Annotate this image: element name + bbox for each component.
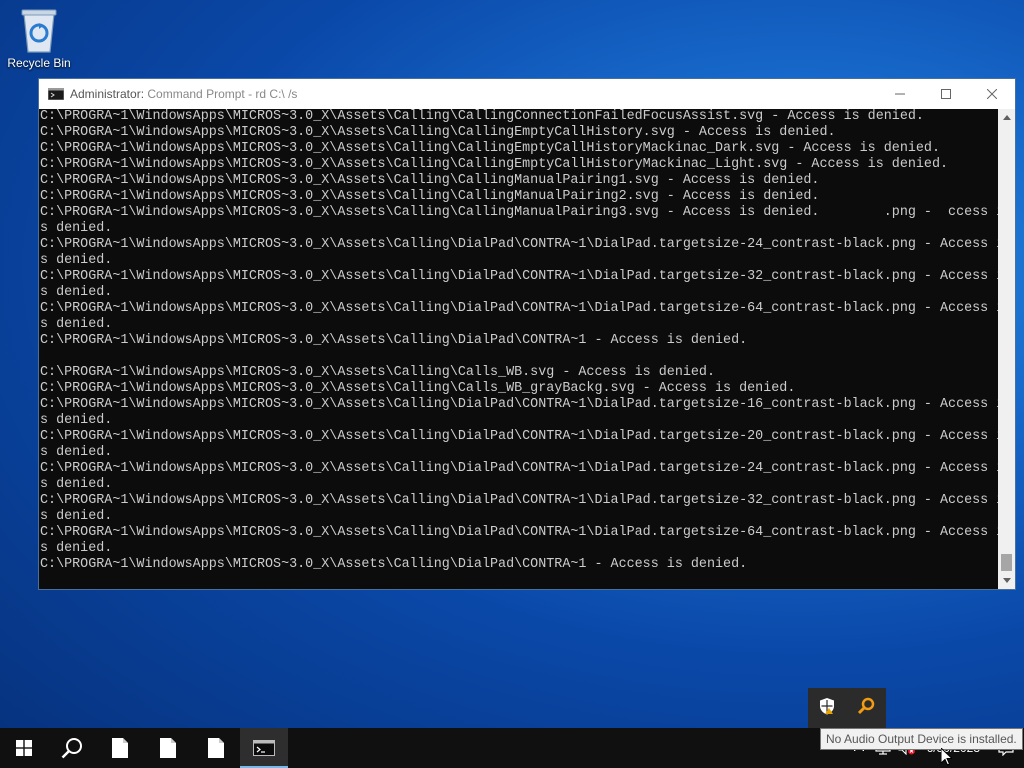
tray-overflow-popup xyxy=(808,688,886,728)
start-button[interactable] xyxy=(0,728,48,768)
console-line: C:\PROGRA~1\WindowsApps\MICROS~3.0_X\Ass… xyxy=(40,381,796,396)
defender-shield-icon xyxy=(820,697,834,714)
taskbar-document-2[interactable] xyxy=(144,728,192,768)
search-button[interactable] xyxy=(48,728,96,768)
console-line: C:\PROGRA~1\WindowsApps\MICROS~3.0_X\Ass… xyxy=(40,141,940,156)
console-line: s denied. xyxy=(40,285,113,300)
console-line: C:\PROGRA~1\WindowsApps\MICROS~3.0_X\Ass… xyxy=(40,157,949,172)
vertical-scrollbar[interactable] xyxy=(998,109,1015,589)
console-line: C:\PROGRA~1\WindowsApps\MICROS~3.0_X\Ass… xyxy=(40,557,748,572)
window-title: Administrator: Command Prompt - rd C:\ /… xyxy=(70,87,298,101)
recycle-bin-label: Recycle Bin xyxy=(7,56,71,70)
console-output[interactable]: C:\PROGRA~1\WindowsApps\MICROS~3.0_X\Ass… xyxy=(39,109,998,589)
command-prompt-window[interactable]: Administrator: Command Prompt - rd C:\ /… xyxy=(38,78,1016,590)
document-icon xyxy=(208,738,224,758)
audio-tooltip: No Audio Output Device is installed. xyxy=(820,728,1023,750)
scroll-down-button[interactable] xyxy=(998,572,1015,589)
cmd-app-icon xyxy=(48,88,64,100)
console-line: C:\PROGRA~1\WindowsApps\MICROS~3.0_X\Ass… xyxy=(40,237,998,252)
console-line: s denied. xyxy=(40,509,113,524)
console-line: C:\PROGRA~1\WindowsApps\MICROS~3.0_X\Ass… xyxy=(40,365,715,380)
console-line: s denied. xyxy=(40,445,113,460)
maximize-icon xyxy=(941,89,951,99)
mouse-cursor-icon xyxy=(941,748,952,766)
console-line: s denied. xyxy=(40,317,113,332)
window-titlebar[interactable]: Administrator: Command Prompt - rd C:\ /… xyxy=(39,79,1015,109)
minimize-button[interactable] xyxy=(877,79,923,109)
taskbar-document-3[interactable] xyxy=(192,728,240,768)
console-line: C:\PROGRA~1\WindowsApps\MICROS~3.0_X\Ass… xyxy=(40,125,836,140)
defender-tray-button[interactable] xyxy=(819,697,835,720)
recycle-bin-icon xyxy=(21,9,57,53)
console-line: s denied. xyxy=(40,413,113,428)
console-line: C:\PROGRA~1\WindowsApps\MICROS~3.0_X\Ass… xyxy=(40,205,998,220)
console-line: C:\PROGRA~1\WindowsApps\MICROS~3.0_X\Ass… xyxy=(40,493,998,508)
console-line: C:\PROGRA~1\WindowsApps\MICROS~3.0_X\Ass… xyxy=(40,189,820,204)
console-line: C:\PROGRA~1\WindowsApps\MICROS~3.0_X\Ass… xyxy=(40,269,998,284)
cmd-taskbar-icon xyxy=(253,740,275,756)
maximize-button[interactable] xyxy=(923,79,969,109)
document-icon xyxy=(112,738,128,758)
minimize-icon xyxy=(895,93,905,95)
close-icon xyxy=(987,89,997,99)
console-line: C:\PROGRA~1\WindowsApps\MICROS~3.0_X\Ass… xyxy=(40,397,998,412)
scroll-up-button[interactable] xyxy=(998,109,1015,126)
close-button[interactable] xyxy=(969,79,1015,109)
console-line: s denied. xyxy=(40,221,113,236)
scroll-down-arrow-icon xyxy=(1002,578,1011,583)
console-line: C:\PROGRA~1\WindowsApps\MICROS~3.0_X\Ass… xyxy=(40,333,748,348)
console-line: s denied. xyxy=(40,253,113,268)
recycle-bin-desktop-icon[interactable]: Recycle Bin xyxy=(4,6,74,70)
windows-start-icon xyxy=(16,740,32,756)
console-line: C:\PROGRA~1\WindowsApps\MICROS~3.0_X\Ass… xyxy=(40,173,820,188)
taskbar-document-1[interactable] xyxy=(96,728,144,768)
console-line: C:\PROGRA~1\WindowsApps\MICROS~3.0_X\Ass… xyxy=(40,109,924,124)
taskbar-command-prompt[interactable] xyxy=(240,728,288,768)
console-line: C:\PROGRA~1\WindowsApps\MICROS~3.0_X\Ass… xyxy=(40,301,998,316)
scrollbar-thumb[interactable] xyxy=(1001,554,1012,571)
console-line: C:\PROGRA~1\WindowsApps\MICROS~3.0_X\Ass… xyxy=(40,429,998,444)
console-line: C:\PROGRA~1\WindowsApps\MICROS~3.0_X\Ass… xyxy=(40,461,998,476)
search-icon xyxy=(61,738,82,759)
document-icon xyxy=(160,738,176,758)
search-tray-button[interactable] xyxy=(857,697,875,720)
scroll-up-arrow-icon xyxy=(1002,115,1011,120)
magnifier-icon xyxy=(857,697,875,714)
console-line: s denied. xyxy=(40,541,113,556)
console-line: s denied. xyxy=(40,477,113,492)
console-line: C:\PROGRA~1\WindowsApps\MICROS~3.0_X\Ass… xyxy=(40,525,998,540)
